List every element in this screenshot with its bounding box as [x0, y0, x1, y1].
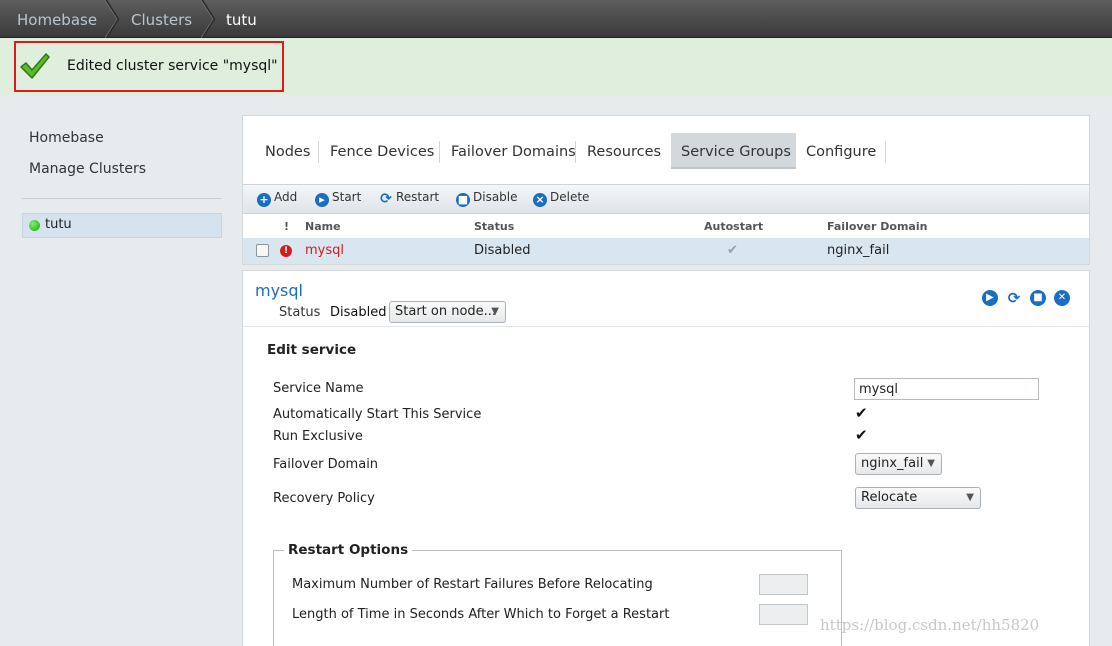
- recovery-policy-select[interactable]: Relocate ▼: [855, 487, 981, 509]
- cluster-name: tutu: [45, 217, 72, 232]
- service-name-label: Service Name: [273, 381, 364, 396]
- alert-icon: !: [280, 245, 292, 257]
- service-status: Disabled: [474, 243, 531, 258]
- add-label: Add: [274, 190, 298, 204]
- column-autostart[interactable]: Autostart: [704, 220, 763, 233]
- start-service-icon[interactable]: ▶: [982, 290, 998, 306]
- recovery-policy-value: Relocate: [861, 490, 918, 505]
- max-restart-failures-label: Maximum Number of Restart Failures Befor…: [292, 577, 653, 592]
- start-on-node-value: Start on node...: [395, 304, 497, 319]
- service-toolbar: [243, 184, 1089, 214]
- delete-button[interactable]: × Delete: [533, 190, 589, 208]
- column-alert: !: [284, 220, 290, 233]
- failover-domain-label: Failover Domain: [273, 457, 379, 472]
- restart-expire-time-label: Length of Time in Seconds After Which to…: [292, 607, 670, 622]
- detail-divider: [243, 326, 1089, 327]
- chevron-down-icon: ▼: [966, 492, 974, 503]
- table-row[interactable]: [243, 238, 1089, 264]
- status-label: Status: [279, 305, 321, 320]
- breadcrumb-separator-icon: [105, 0, 119, 38]
- breadcrumb-homebase[interactable]: Homebase: [17, 0, 97, 38]
- plus-icon: +: [257, 193, 271, 207]
- failover-domain-select[interactable]: nginx_fail ▼: [855, 453, 942, 475]
- disable-label: Disable: [473, 190, 518, 204]
- stop-service-icon[interactable]: ■: [1030, 290, 1046, 306]
- cluster-item-tutu[interactable]: tutu: [22, 213, 222, 238]
- chevron-down-icon: ▼: [491, 306, 499, 317]
- recovery-policy-label: Recovery Policy: [273, 491, 375, 506]
- column-failover-domain[interactable]: Failover Domain: [827, 220, 927, 233]
- tab-fence-devices[interactable]: Fence Devices: [330, 144, 434, 168]
- restart-service-icon[interactable]: ⟳: [1006, 290, 1022, 306]
- column-name[interactable]: Name: [305, 220, 341, 233]
- start-label: Start: [332, 190, 362, 204]
- delete-label: Delete: [550, 190, 590, 204]
- column-status[interactable]: Status: [474, 220, 514, 233]
- max-restart-failures-input[interactable]: [759, 574, 808, 595]
- play-icon: ▸: [315, 193, 329, 207]
- status-online-icon: [29, 220, 40, 231]
- autostart-check-icon: ✔: [727, 243, 738, 258]
- tab-configure[interactable]: Configure: [806, 144, 876, 168]
- restart-button[interactable]: ⟳ Restart: [379, 190, 439, 208]
- close-icon: ×: [533, 193, 547, 207]
- run-exclusive-checkbox[interactable]: ✔: [855, 428, 870, 443]
- stop-icon: ■: [456, 193, 470, 207]
- nav-homebase[interactable]: Homebase: [29, 130, 104, 146]
- tab-service-groups[interactable]: Service Groups: [671, 133, 796, 169]
- start-on-node-select[interactable]: Start on node... ▼: [389, 301, 506, 323]
- service-name-input[interactable]: [854, 378, 1039, 400]
- autostart-checkbox[interactable]: ✔: [855, 406, 870, 421]
- tab-failover-domains[interactable]: Failover Domains: [451, 144, 576, 168]
- tab-resources[interactable]: Resources: [587, 144, 661, 168]
- restart-label: Restart: [396, 190, 440, 204]
- delete-service-icon[interactable]: ✕: [1054, 290, 1070, 306]
- watermark-text: https://blog.csdn.net/hh5820: [820, 616, 1040, 634]
- refresh-icon: ⟳: [380, 191, 392, 207]
- tab-divider: [439, 141, 440, 163]
- notification-message: Edited cluster service "mysql": [67, 58, 278, 74]
- chevron-down-icon: ▼: [927, 458, 935, 469]
- failover-domain-value: nginx_fail: [861, 456, 924, 471]
- table-header: [243, 215, 1089, 237]
- add-button[interactable]: + Add: [257, 190, 297, 208]
- restart-options-fieldset: [273, 550, 842, 646]
- tab-nodes[interactable]: Nodes: [265, 144, 310, 168]
- breadcrumb-separator-icon: [201, 0, 215, 38]
- tab-divider: [318, 141, 319, 163]
- checkmark-icon: [19, 52, 51, 80]
- breadcrumb-clusters[interactable]: Clusters: [131, 0, 192, 38]
- breadcrumb-current-cluster: tutu: [226, 11, 257, 29]
- start-button[interactable]: ▸ Start: [315, 190, 361, 208]
- disable-button[interactable]: ■ Disable: [456, 190, 518, 208]
- restart-expire-time-input[interactable]: [759, 604, 808, 625]
- run-exclusive-label: Run Exclusive: [273, 429, 363, 444]
- edit-service-heading: Edit service: [267, 342, 357, 358]
- service-name-link[interactable]: mysql: [305, 243, 344, 258]
- tab-divider: [575, 141, 576, 163]
- autostart-label: Automatically Start This Service: [273, 407, 482, 422]
- status-value: Disabled: [330, 305, 387, 320]
- row-select-checkbox[interactable]: [256, 244, 269, 257]
- tab-divider: [885, 141, 886, 163]
- service-title: mysql: [255, 281, 303, 300]
- nav-manage-clusters[interactable]: Manage Clusters: [29, 161, 146, 177]
- nav-divider: [22, 198, 222, 199]
- restart-options-legend: Restart Options: [284, 542, 413, 558]
- service-failover-domain: nginx_fail: [827, 243, 890, 258]
